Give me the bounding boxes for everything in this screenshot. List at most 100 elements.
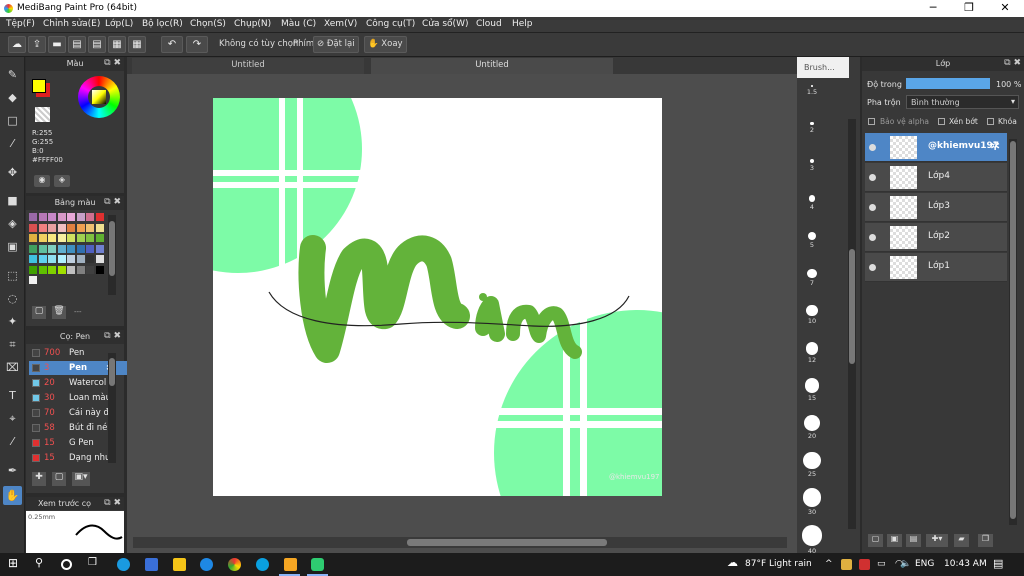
palette-swatch[interactable] — [48, 255, 56, 263]
duplicate-layer-icon[interactable]: ▣ — [887, 534, 902, 547]
visibility-eye-icon[interactable] — [869, 264, 876, 271]
panel-close-icon[interactable]: ⧉ ✖ — [1004, 58, 1021, 68]
add-layer-menu-icon[interactable]: ✚▾ — [926, 534, 948, 547]
palette-swatch[interactable] — [76, 213, 85, 221]
battery-icon[interactable]: ▭ — [877, 559, 886, 569]
brush-size-option[interactable]: 2 — [797, 121, 827, 134]
brush-size-option[interactable]: 15 — [797, 378, 827, 402]
layer-row[interactable]: Lớp2 — [865, 223, 1007, 252]
add-color-icon[interactable]: ▢ — [32, 306, 46, 319]
palette-swatch[interactable] — [38, 213, 47, 221]
brush-size-option[interactable]: 10 — [797, 305, 827, 325]
tab-untitled-2[interactable]: Untitled — [371, 58, 613, 74]
palette-swatch[interactable] — [48, 244, 56, 253]
cortana-icon[interactable] — [61, 559, 72, 570]
palette-swatch[interactable] — [38, 234, 47, 242]
palette-swatch[interactable] — [57, 223, 66, 232]
text-tool-icon[interactable]: T — [3, 386, 22, 405]
brush-scrollbar[interactable] — [108, 353, 116, 463]
palette-swatch[interactable] — [38, 223, 47, 232]
palette-swatch[interactable] — [76, 234, 85, 242]
search-icon[interactable]: ⚲ — [35, 556, 48, 569]
notifications-icon[interactable]: ▤ — [993, 557, 1003, 570]
folder-icon[interactable]: ▰ — [954, 534, 969, 547]
palette-swatch[interactable] — [57, 244, 66, 253]
palette-swatch[interactable] — [48, 223, 56, 232]
select-eraser-icon[interactable]: ⌧ — [3, 358, 22, 377]
palette-swatch[interactable] — [95, 223, 104, 232]
skype-icon[interactable] — [256, 558, 269, 571]
layer-row[interactable]: @khiemvu197 — [865, 133, 1007, 162]
artwork-canvas[interactable]: @khiemvu197 — [213, 98, 662, 496]
app-orange-icon[interactable] — [284, 558, 297, 571]
layer-row[interactable]: Lớp4 — [865, 163, 1007, 192]
layer-row[interactable]: Lớp1 — [865, 253, 1007, 282]
brush-size-scrollbar[interactable] — [848, 119, 856, 529]
horizontal-scrollbar[interactable] — [133, 537, 787, 548]
eraser-tool-icon[interactable]: ◆ — [3, 88, 22, 107]
clock-time[interactable]: 10:43 AM — [944, 559, 987, 569]
palette-swatch[interactable] — [67, 213, 75, 221]
lasso-tool-icon[interactable]: ◌ — [3, 289, 22, 308]
palette-swatch[interactable] — [86, 255, 94, 263]
gradient-tool-icon[interactable]: ▣ — [3, 237, 22, 256]
panel-close-icon[interactable]: ⧉ ✖ — [104, 197, 121, 207]
store-icon[interactable] — [145, 558, 158, 571]
windows-start-icon[interactable]: ⊞ — [8, 556, 21, 570]
select-pen-icon[interactable]: ⌗ — [3, 335, 22, 354]
palette-swatch[interactable] — [86, 213, 94, 221]
palette-swatch[interactable] — [57, 265, 66, 274]
palette-swatch[interactable] — [76, 265, 85, 274]
palette-swatch[interactable] — [57, 234, 66, 242]
palette-swatch[interactable] — [57, 255, 66, 263]
app-blue-icon[interactable] — [200, 558, 213, 571]
palette-swatch[interactable] — [95, 255, 104, 263]
layer-scrollbar[interactable] — [1009, 139, 1017, 525]
panel-close-icon[interactable]: ⧉ ✖ — [104, 58, 121, 68]
color-picker-icon[interactable]: ◈ — [54, 175, 70, 187]
lock-checkbox[interactable] — [987, 118, 994, 125]
palette-swatch[interactable] — [67, 234, 75, 242]
menu-layer[interactable]: Lớp(L) — [105, 19, 133, 29]
add-brush-icon[interactable]: ✚ — [32, 472, 46, 486]
opacity-slider[interactable] — [906, 78, 990, 89]
palette-swatch[interactable] — [29, 255, 37, 263]
merge-layer-icon[interactable]: ▤ — [906, 534, 921, 547]
edge-icon[interactable] — [117, 558, 130, 571]
blend-select[interactable]: Bình thường ▾ — [906, 95, 1019, 109]
brush-tool-icon[interactable]: ✎ — [3, 65, 22, 84]
layer-copy-icon[interactable]: ❐ — [978, 534, 993, 547]
color-mode-icon[interactable]: ◉ — [34, 175, 50, 187]
color-wheel[interactable] — [78, 76, 120, 118]
menu-file[interactable]: Tệp(F) — [6, 19, 35, 29]
palette-swatch[interactable] — [95, 244, 104, 253]
menu-color[interactable]: Màu (C) — [281, 19, 316, 29]
visibility-eye-icon[interactable] — [869, 144, 876, 151]
minimize-button[interactable]: ─ — [918, 1, 948, 15]
palette-swatch[interactable] — [57, 213, 66, 221]
palette-swatch[interactable] — [86, 265, 94, 274]
explorer-icon[interactable] — [173, 558, 186, 571]
grid-alt-icon[interactable]: ▦ — [128, 36, 146, 53]
palette-swatch[interactable] — [95, 213, 104, 221]
palette-swatch[interactable] — [38, 244, 47, 253]
divide-tool-icon[interactable]: ⁄ — [3, 432, 22, 451]
page-icon[interactable]: ▤ — [68, 36, 86, 53]
palette-swatch[interactable] — [48, 234, 56, 242]
palette-swatch[interactable] — [29, 234, 37, 242]
menu-view[interactable]: Xem(V) — [324, 19, 357, 29]
visibility-eye-icon[interactable] — [869, 234, 876, 241]
brush-size-option[interactable]: 30 — [797, 488, 827, 516]
select-tool-icon[interactable]: ⬚ — [3, 266, 22, 285]
brush-size-option[interactable]: 12 — [797, 341, 827, 364]
panel-close-icon[interactable]: ⧉ ✖ — [104, 331, 121, 341]
palette-swatch[interactable] — [86, 244, 94, 253]
visibility-eye-icon[interactable] — [869, 174, 876, 181]
fill-rect-tool-icon[interactable]: ■ — [3, 191, 22, 210]
menu-window[interactable]: Cửa sổ(W) — [422, 19, 468, 29]
protect-alpha-checkbox[interactable] — [868, 118, 875, 125]
close-button[interactable]: ✕ — [990, 1, 1020, 15]
menu-select[interactable]: Chọn(S) — [190, 19, 226, 29]
palette-swatch[interactable] — [86, 234, 94, 242]
palette-swatch[interactable] — [76, 244, 85, 253]
